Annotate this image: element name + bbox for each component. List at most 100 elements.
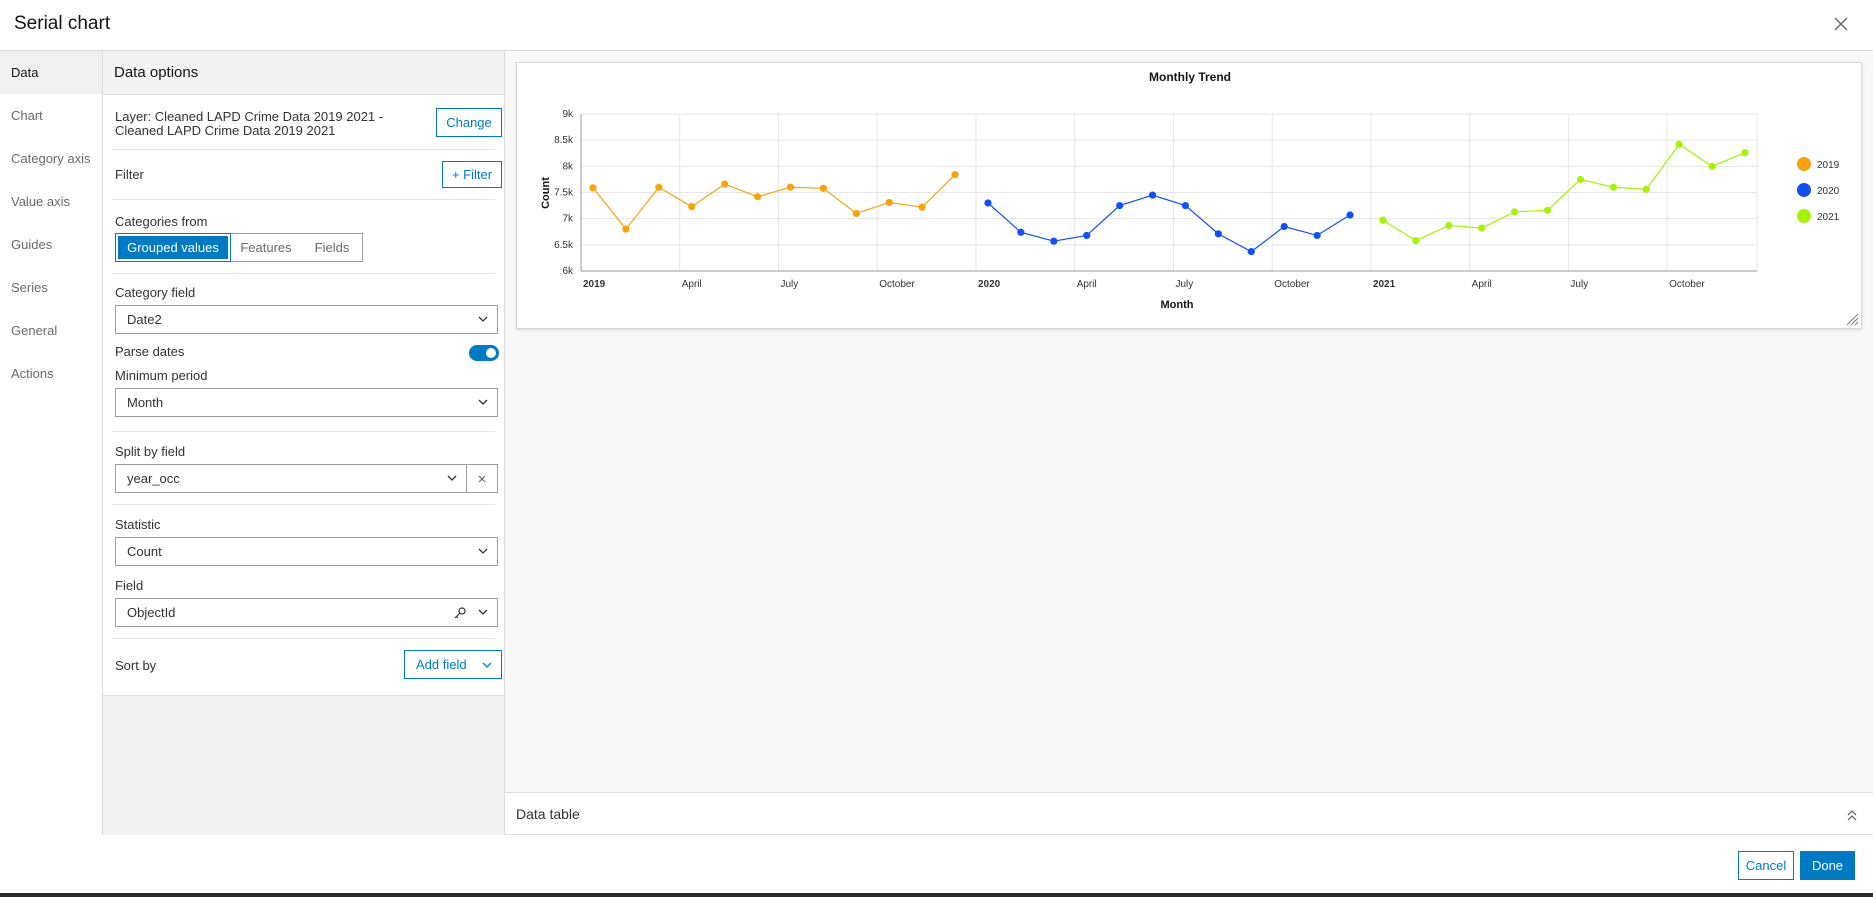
data-point-2019 — [885, 198, 893, 207]
chart-card: Monthly Trend 6k 6.5k 7k 7.5k 8k 8.5k 9k 2019 Apr… — [516, 62, 1862, 329]
chevron-down-icon — [482, 662, 492, 668]
field-label: Field — [115, 578, 144, 593]
data-point-2021 — [1543, 206, 1552, 214]
data-point-2020 — [1313, 231, 1321, 240]
nav-item-chart[interactable]: Chart — [0, 94, 102, 137]
data-options-heading: Data options — [103, 51, 504, 95]
x-tick-label: April — [1077, 279, 1097, 290]
x-axis-label: Month — [1161, 299, 1194, 311]
x-tick-label: 2020 — [978, 279, 1001, 290]
tab-grouped-values[interactable]: Grouped values — [115, 233, 231, 262]
chevron-down-icon — [478, 316, 488, 322]
data-point-2020 — [1346, 211, 1354, 219]
legend-marker-2021 — [1797, 209, 1811, 223]
nav-item-category-axis[interactable]: Category axis — [0, 137, 102, 180]
x-tick-label: July — [1175, 279, 1193, 290]
change-layer-button[interactable]: Change — [436, 108, 502, 137]
sort-by-label: Sort by — [115, 658, 157, 673]
add-sort-field-label: Add field — [416, 657, 467, 672]
layer-name-line2: Cleaned LAPD Crime Data 2019 2021 — [115, 123, 336, 138]
sort-by-row: Sort by Add field — [112, 639, 502, 695]
x-tick-label: 2021 — [1373, 279, 1396, 290]
y-tick-label: 7k — [562, 214, 574, 225]
clear-icon — [478, 475, 486, 483]
chart-title: Monthly Trend — [1149, 70, 1231, 84]
screen-bottom-edge — [0, 893, 1873, 897]
side-nav: Data Chart Category axis Value axis Guid… — [0, 51, 103, 835]
data-point-2021 — [1675, 140, 1683, 148]
layer-label: Layer: Cleaned LAPD Crime Data 2019 2021… — [115, 110, 383, 138]
data-point-2019 — [819, 184, 827, 192]
y-tick-label: 7.5k — [554, 188, 574, 199]
data-point-2020 — [1083, 231, 1091, 240]
data-point-2019 — [951, 171, 959, 179]
minimum-period-value: Month — [127, 395, 164, 410]
x-tick-label: October — [879, 279, 915, 290]
nav-item-general[interactable]: General — [0, 309, 102, 352]
nav-item-value-axis[interactable]: Value axis — [0, 180, 102, 223]
nav-item-data[interactable]: Data — [0, 51, 102, 94]
statistic-row: Statistic Count Field ObjectId — [112, 505, 498, 639]
legend-label-2021: 2021 — [1817, 212, 1840, 223]
resize-handle-icon — [1846, 313, 1859, 326]
data-point-2020 — [1214, 230, 1222, 238]
close-icon[interactable] — [1831, 14, 1851, 34]
done-button[interactable]: Done — [1800, 851, 1855, 880]
nav-item-guides[interactable]: Guides — [0, 223, 102, 266]
statistic-value: Count — [127, 544, 162, 559]
split-by-label: Split by field — [115, 444, 186, 459]
data-point-2019 — [688, 203, 696, 211]
chevron-up-double-icon[interactable] — [1846, 808, 1858, 822]
chevron-down-icon — [447, 475, 457, 481]
y-tick-label: 9k — [562, 109, 574, 120]
add-filter-button[interactable]: + Filter — [442, 161, 502, 188]
data-point-2020 — [1280, 222, 1288, 231]
nav-item-series[interactable]: Series — [0, 266, 102, 309]
statistic-select[interactable]: Count — [115, 537, 498, 566]
categories-from-row: Categories from Grouped values Features … — [112, 200, 495, 274]
data-point-2021 — [1445, 221, 1453, 230]
x-tick-label: October — [1669, 279, 1705, 290]
categories-from-label: Categories from — [115, 214, 208, 229]
category-field-label: Category field — [115, 285, 196, 300]
data-point-2021 — [1609, 183, 1617, 191]
categories-from-segmented-control: Grouped values Features Fields — [115, 233, 363, 262]
tab-features[interactable]: Features — [230, 234, 302, 261]
data-point-2021 — [1576, 175, 1585, 184]
filter-label: Filter — [115, 167, 144, 182]
data-point-2019 — [753, 193, 762, 201]
dialog-footer: Cancel Done — [0, 835, 1873, 893]
tab-fields[interactable]: Fields — [302, 234, 362, 261]
data-point-2021 — [1379, 216, 1387, 224]
split-by-row: Split by field year_occ — [112, 432, 498, 505]
legend-marker-2019 — [1797, 157, 1811, 171]
split-by-select[interactable]: year_occ — [115, 464, 467, 493]
data-point-2019 — [589, 184, 597, 192]
data-point-2019 — [655, 183, 663, 191]
cancel-button[interactable]: Cancel — [1738, 851, 1794, 880]
nav-item-actions[interactable]: Actions — [0, 352, 102, 395]
data-point-2020 — [1050, 237, 1058, 245]
y-tick-label: 8.5k — [554, 135, 574, 146]
data-point-2021 — [1642, 185, 1650, 193]
split-by-value: year_occ — [127, 471, 180, 486]
series-line-2020 — [987, 194, 1351, 253]
data-options-panel: Data options Layer: Cleaned LAPD Crime D… — [103, 51, 505, 835]
data-point-2020 — [1247, 248, 1255, 256]
legend-marker-2020 — [1797, 183, 1811, 197]
y-tick-label: 6k — [562, 266, 574, 277]
field-select[interactable]: ObjectId — [115, 598, 498, 627]
statistic-label: Statistic — [115, 517, 161, 532]
legend-label-2020: 2020 — [1817, 186, 1840, 197]
parse-dates-toggle[interactable] — [469, 345, 499, 361]
minimum-period-select[interactable]: Month — [115, 388, 498, 417]
data-table-bar[interactable]: Data table — [505, 792, 1873, 835]
clear-split-by-button[interactable] — [467, 464, 498, 493]
add-sort-field-button[interactable]: Add field — [404, 650, 502, 679]
category-field-select[interactable]: Date2 — [115, 305, 498, 334]
data-point-2021 — [1478, 224, 1486, 232]
data-point-2021 — [1741, 149, 1749, 157]
filter-row: Filter + Filter — [112, 150, 502, 200]
data-point-2019 — [918, 203, 926, 211]
x-tick-label: October — [1274, 279, 1310, 290]
